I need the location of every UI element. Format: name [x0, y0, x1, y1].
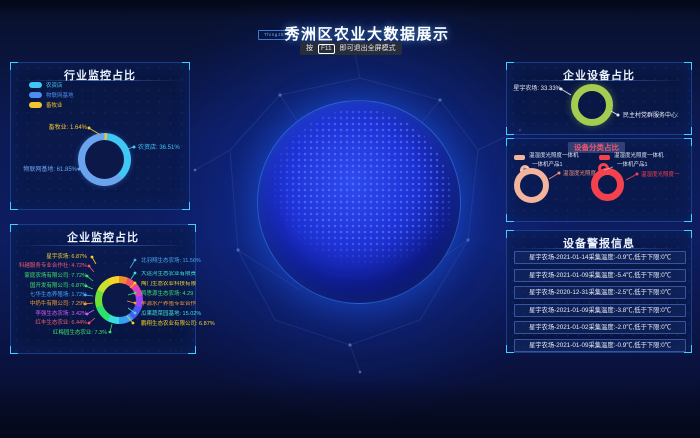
- corner-decoration: [182, 202, 190, 210]
- corner-decoration: [188, 346, 196, 354]
- legend-swatch: [599, 155, 610, 160]
- corner-decoration: [684, 127, 692, 135]
- corner-decoration: [506, 345, 514, 353]
- alarm-row: 星宇农场-2021-01-14采集温度:-0.9℃,低于下限:0℃: [514, 251, 686, 264]
- class-donut-left[interactable]: [514, 168, 549, 203]
- corner-decoration: [506, 214, 514, 222]
- corner-decoration: [506, 127, 514, 135]
- panel-enterprise-monitor: 企业监控占比 星宇农场: 6.87% 科越服务专业合作社: 4.72% 家庭农场…: [10, 224, 196, 354]
- corner-decoration: [684, 138, 692, 146]
- pie-label: 红梅园生态农业: 7.3%: [41, 330, 107, 337]
- pie-label: 丰源水产养殖专业合作社: 1.: [141, 301, 196, 308]
- corner-decoration: [684, 214, 692, 222]
- legend-label[interactable]: 温湿度光照度一体机: [614, 153, 664, 160]
- fullscreen-tip: 按 F11 即可退出全屏模式: [300, 42, 402, 55]
- pie-label: 李强生态农场: 3.42%: [13, 311, 87, 318]
- pie-label: 科越服务专业合作社: 4.72%: [13, 263, 87, 270]
- corner-decoration: [506, 138, 514, 146]
- legend-label: 农资店: [46, 83, 63, 89]
- divider: [17, 80, 183, 81]
- page-title: 秀洲区农业大数据展示: [262, 23, 472, 44]
- panel-title: 企业监控占比: [11, 229, 195, 245]
- pie-label: 星宇农场: 6.87%: [13, 254, 87, 261]
- divider: [513, 248, 685, 249]
- globe-dot-map: [266, 109, 452, 295]
- pie-label: 七华生态养殖场: 1.72%: [13, 292, 87, 299]
- pie-label: 红丰生态农业: 6.44%: [13, 320, 87, 327]
- class-donut-right[interactable]: [591, 168, 624, 201]
- panel-device-classification: 设备分类占比 温湿度光照度一体机 一体机产品1 温湿度光照度一 温湿度光照度一体…: [506, 138, 692, 222]
- legend-label[interactable]: 温湿度光照度一体机: [529, 153, 579, 160]
- legend-swatch: [29, 82, 42, 88]
- panel-title: 设备分类占比: [568, 142, 625, 153]
- alarm-row: 星宇农场-2020-12-31采集温度:-2.5℃,低于下限:0℃: [514, 286, 686, 299]
- class-donut-left-slice: [520, 165, 530, 175]
- pie-label: 北羽翔生态农场: 11.56%: [141, 258, 201, 265]
- legend-swatch: [514, 155, 525, 160]
- legend-item[interactable]: 农资店: [29, 82, 63, 90]
- pie-label: 鸭思源生态农场: 4.29: [141, 291, 193, 298]
- tip-prefix: 按: [306, 45, 313, 52]
- pie-label: 陶门生态农业科技有限公: [141, 281, 196, 288]
- panel-device-ratio: 企业设备占比 星宇农场: 33.33% 民主村党群服务中心:: [506, 62, 692, 135]
- tip-suffix: 即可退出全屏模式: [340, 45, 396, 52]
- corner-decoration: [10, 202, 18, 210]
- alarm-row: 星宇农场-2021-01-09采集温度:-0.9℃,低于下限:0℃: [514, 339, 686, 352]
- pie-label: 温湿度光照度一: [641, 172, 680, 179]
- panel-device-alarms: 设备警报信息 星宇农场-2021-01-14采集温度:-0.9℃,低于下限:0℃…: [506, 230, 692, 353]
- divider: [17, 245, 189, 246]
- pie-label: 畜牧业: 1.64%: [31, 125, 87, 132]
- alarm-row: 星宇农场-2021-01-02采集温度:-2.0℃,低于下限:0℃: [514, 321, 686, 334]
- pie-label: 物联网基地: 61.85%: [15, 167, 77, 174]
- pie-label: 中奶牛有限公司: 7.29%: [13, 301, 87, 308]
- enterprise-donut-chart[interactable]: [95, 276, 143, 324]
- panel-industry-monitor: 行业监控占比 农资店 物联网基地 畜牧业 畜牧业: 1.64% 农资店: 36.…: [10, 62, 190, 210]
- top-band: [0, 0, 700, 18]
- pie-label: 民主村党群服务中心:: [623, 113, 679, 120]
- legend-label[interactable]: 一体机产品1: [617, 162, 648, 169]
- device-donut-chart[interactable]: [571, 84, 613, 126]
- pie-label: 国开发有限公司: 6.87%: [13, 283, 87, 290]
- pie-label: 瓜果蔬菜园基地: 15.02%: [141, 311, 201, 318]
- legend-label: 物联网基地: [46, 93, 74, 99]
- legend-item[interactable]: 畜牧业: [29, 102, 63, 110]
- pie-label: 家庭农场有限公司: 7.72%: [13, 273, 87, 280]
- donut-hole: [102, 283, 136, 317]
- pie-label: 鹏翔生态农业有限公司: 6.87%: [141, 321, 215, 328]
- donut-hole: [85, 140, 124, 179]
- alarm-row: 星宇农场-2021-01-09采集温度:-5.4℃,低于下限:0℃: [514, 269, 686, 282]
- pie-label: 星宇农场: 33.33%: [509, 86, 561, 93]
- pie-label: 农资店: 36.51%: [138, 145, 180, 152]
- class-donut-right-slice: [598, 163, 609, 174]
- legend-item[interactable]: 物联网基地: [29, 92, 74, 100]
- divider: [513, 80, 685, 81]
- legend-swatch: [29, 102, 42, 108]
- f11-key: F11: [318, 44, 335, 54]
- legend-label: 畜牧业: [46, 103, 63, 109]
- pie-label: 大运河生态农业有限责任公: [141, 271, 196, 278]
- legend-swatch: [29, 92, 42, 98]
- corner-decoration: [10, 346, 18, 354]
- globe-visualization: [257, 100, 461, 304]
- bottom-vignette: [0, 380, 700, 438]
- industry-donut-chart[interactable]: [78, 133, 131, 186]
- dashboard-screen: ThingJS 秀洲区农业大数据展示 按 F11 即可退出全屏模式 行业监控占比…: [0, 0, 700, 438]
- alarm-row: 星宇农场-2021-01-09采集温度:-3.8℃,低于下限:0℃: [514, 304, 686, 317]
